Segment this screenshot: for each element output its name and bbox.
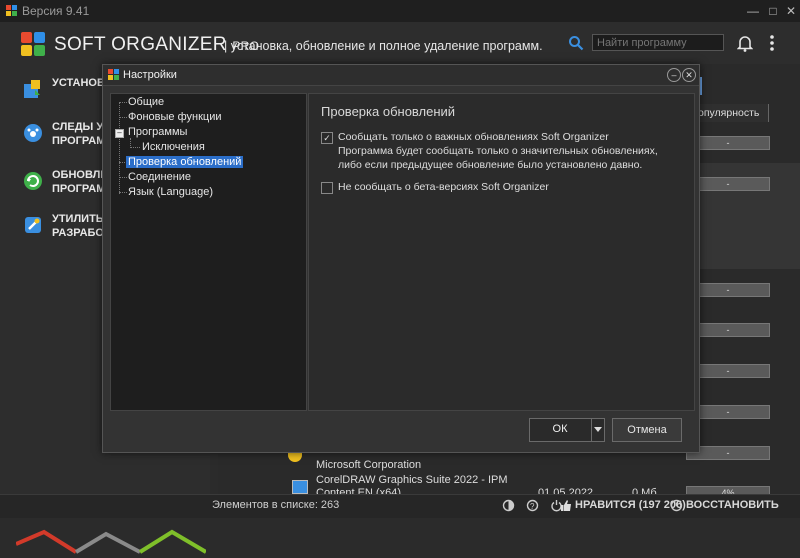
dialog-title: Настройки — [123, 69, 177, 81]
settings-pane: Проверка обновлений ✓ Сообщать только о … — [308, 93, 695, 411]
tree-item-programs[interactable]: Программы — [128, 126, 187, 138]
dialog-titlebar: Настройки – ✕ — [103, 65, 699, 86]
minimize-button[interactable]: — — [744, 3, 762, 19]
thumbs-up-icon[interactable] — [560, 499, 572, 512]
tree-item-general[interactable]: Общие — [128, 96, 164, 108]
chevron-down-icon[interactable] — [594, 427, 602, 432]
sidebar-item-label: ОБНОВЛЕ ПРОГРАМ — [52, 169, 108, 195]
beta-checkbox[interactable] — [321, 182, 333, 194]
items-count: Элементов в списке: 263 — [212, 499, 340, 511]
tree-item-update-check[interactable]: Проверка обновлений — [126, 156, 244, 168]
dialog-minimize-button[interactable]: – — [667, 68, 681, 82]
list-item-name: CorelDRAW Graphics Suite 2022 - IPM — [316, 474, 508, 486]
close-button[interactable]: ✕ — [782, 3, 800, 19]
pane-heading: Проверка обновлений — [321, 104, 456, 119]
window-title: Версия 9.41 — [22, 4, 90, 18]
status-bar: Элементов в списке: 263 ? НРАВИТСЯ (197 … — [0, 494, 800, 518]
more-menu-icon[interactable] — [768, 34, 776, 52]
window-titlebar: Версия 9.41 — □ ✕ — [0, 0, 800, 22]
tree-item-exclusions[interactable]: Исключения — [142, 141, 205, 153]
app-icon — [108, 69, 119, 80]
search-input[interactable] — [592, 34, 724, 51]
important-updates-label: Сообщать только о важных обновлениях Sof… — [338, 131, 658, 171]
settings-dialog: Настройки – ✕ – Общие Фоновые функции Пр… — [102, 64, 700, 453]
restore-button[interactable]: ВОССТАНОВИТЬ — [686, 499, 779, 511]
settings-tree: – Общие Фоновые функции Программы Исключ… — [110, 93, 307, 411]
restore-icon[interactable] — [670, 499, 683, 512]
svg-text:?: ? — [530, 502, 535, 511]
list-item-name-cont: Content EN (x64) — [316, 487, 401, 494]
column-header-popularity[interactable]: опулярность — [698, 104, 769, 122]
ok-split-divider — [591, 419, 592, 441]
cancel-button[interactable]: Отмена — [612, 418, 682, 442]
list-item-size: 0 Мб — [632, 487, 657, 494]
program-icon — [292, 480, 308, 494]
install-icon — [24, 80, 40, 98]
tagline: | установка, обновление и полное удалени… — [224, 39, 543, 53]
brand-name: SOFT ORGANIZER — [54, 34, 227, 55]
activity-graph — [16, 529, 206, 554]
bell-icon[interactable] — [737, 35, 753, 52]
beta-label: Не сообщать о бета-версиях Soft Organize… — [338, 181, 549, 193]
ok-button-label: ОК — [552, 423, 568, 435]
app-header: SOFT ORGANIZER PRO | установка, обновлен… — [0, 22, 800, 64]
sidebar-item-label: УСТАНОВ — [52, 77, 105, 89]
half-circle-icon[interactable] — [502, 499, 515, 512]
ok-button[interactable]: ОК — [529, 418, 605, 442]
update-icon — [24, 172, 42, 190]
utilities-icon — [25, 217, 41, 233]
app-icon — [6, 5, 17, 16]
dialog-close-button[interactable]: ✕ — [682, 68, 696, 82]
tree-item-connection[interactable]: Соединение — [128, 171, 191, 183]
help-icon[interactable]: ? — [526, 499, 539, 512]
maximize-button[interactable]: □ — [764, 3, 782, 19]
soft-organizer-logo — [21, 32, 45, 56]
list-item-publisher: Microsoft Corporation — [316, 459, 422, 471]
list-item-date: 01.05.2022 — [538, 487, 594, 494]
collapse-icon[interactable]: – — [115, 129, 124, 138]
search-icon[interactable] — [568, 35, 584, 51]
important-updates-checkbox[interactable]: ✓ — [321, 132, 333, 144]
traces-icon — [24, 124, 42, 142]
tree-item-language[interactable]: Язык (Language) — [128, 186, 213, 198]
tree-item-background[interactable]: Фоновые функции — [128, 111, 222, 123]
